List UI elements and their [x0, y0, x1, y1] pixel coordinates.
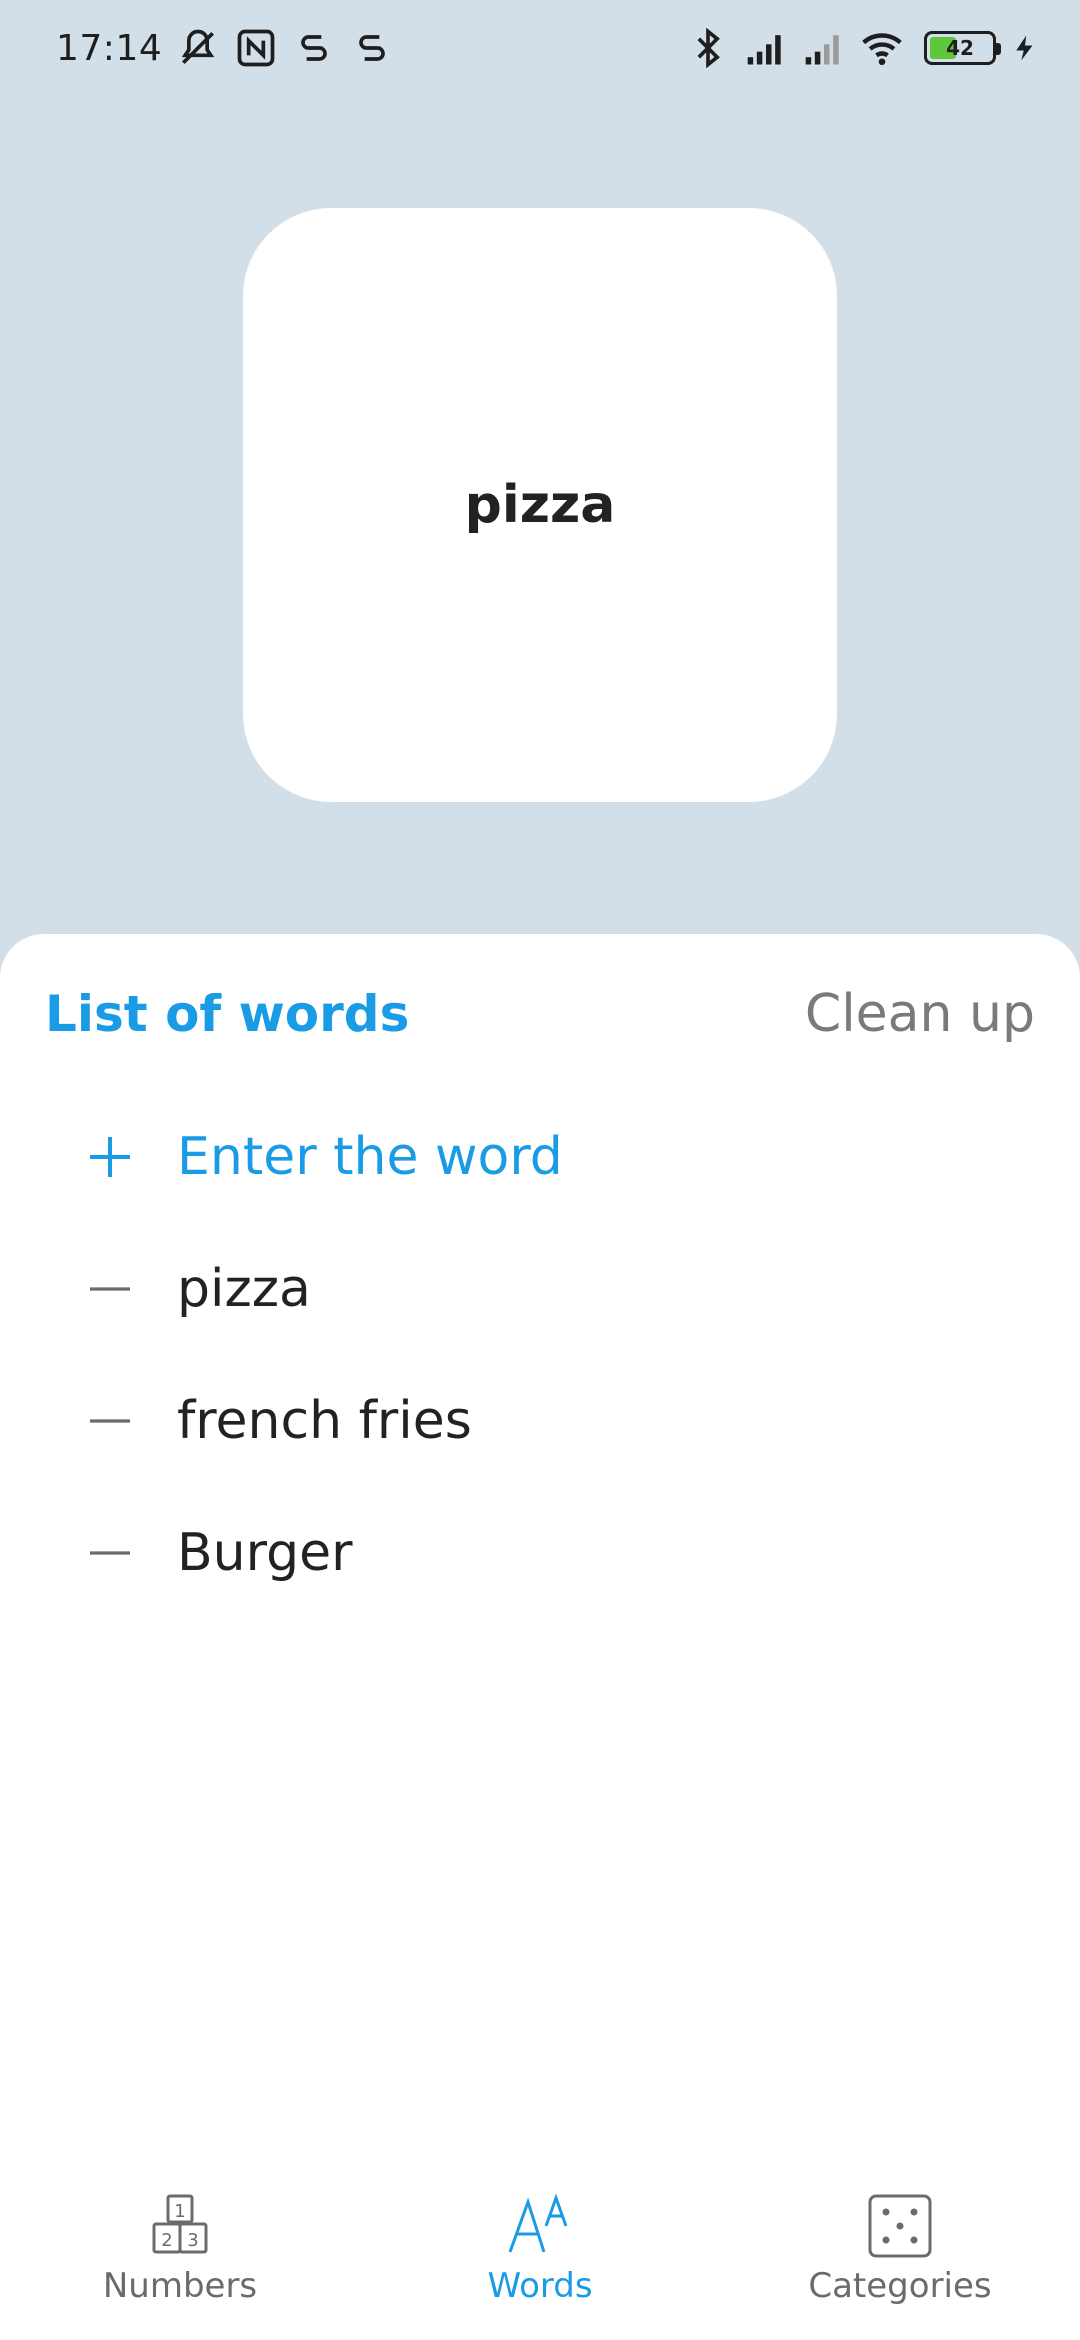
words-icon [504, 2190, 576, 2262]
svg-text:2: 2 [161, 2230, 172, 2251]
remove-icon[interactable] [86, 1397, 134, 1445]
status-left: 17:14 [56, 26, 394, 70]
svg-text:3: 3 [187, 2230, 198, 2251]
mute-icon [176, 26, 220, 70]
bottom-nav: 1 2 3 Numbers Words Categories [0, 2190, 1080, 2340]
word-card-text: pizza [464, 475, 616, 535]
sheet-title: List of words [45, 985, 410, 1043]
status-bar: 17:14 42 [0, 0, 1080, 96]
dice-icon [864, 2190, 936, 2262]
list-item: pizza [0, 1234, 1080, 1344]
status-time: 17:14 [56, 27, 163, 69]
numbers-icon: 1 2 3 [144, 2190, 216, 2262]
clean-up-button[interactable]: Clean up [805, 984, 1035, 1044]
add-word-row[interactable]: Enter the word [0, 1102, 1080, 1212]
signal-icon [744, 26, 788, 70]
signal-icon [802, 26, 846, 70]
nav-words-label: Words [487, 2266, 593, 2306]
nfc-icon [234, 26, 278, 70]
sim-s-icon [292, 26, 336, 70]
nav-categories-label: Categories [808, 2266, 992, 2306]
sheet-header: List of words Clean up [45, 984, 1035, 1044]
status-right: 42 [686, 26, 1040, 70]
remove-icon[interactable] [86, 1265, 134, 1313]
list-item: Burger [0, 1498, 1080, 1608]
word-card[interactable]: pizza [243, 208, 837, 802]
charging-icon [1010, 26, 1040, 70]
bluetooth-icon [686, 26, 730, 70]
wifi-icon [860, 26, 904, 70]
plus-icon[interactable] [86, 1133, 134, 1181]
sim-s-icon [350, 26, 394, 70]
nav-categories[interactable]: Categories [750, 2190, 1050, 2306]
remove-icon[interactable] [86, 1529, 134, 1577]
battery-icon: 42 [924, 31, 1001, 65]
list-item: french fries [0, 1366, 1080, 1476]
list-item-label[interactable]: pizza [177, 1259, 311, 1319]
nav-words[interactable]: Words [390, 2190, 690, 2306]
list-item-label[interactable]: french fries [177, 1391, 472, 1451]
list-item-label[interactable]: Burger [177, 1523, 352, 1583]
nav-numbers-label: Numbers [102, 2266, 258, 2306]
add-word-input[interactable]: Enter the word [177, 1127, 563, 1187]
battery-level: 42 [946, 36, 974, 60]
svg-text:1: 1 [174, 2201, 185, 2222]
word-list-sheet: List of words Clean up Enter the word pi… [0, 934, 1080, 2340]
nav-numbers[interactable]: 1 2 3 Numbers [30, 2190, 330, 2306]
